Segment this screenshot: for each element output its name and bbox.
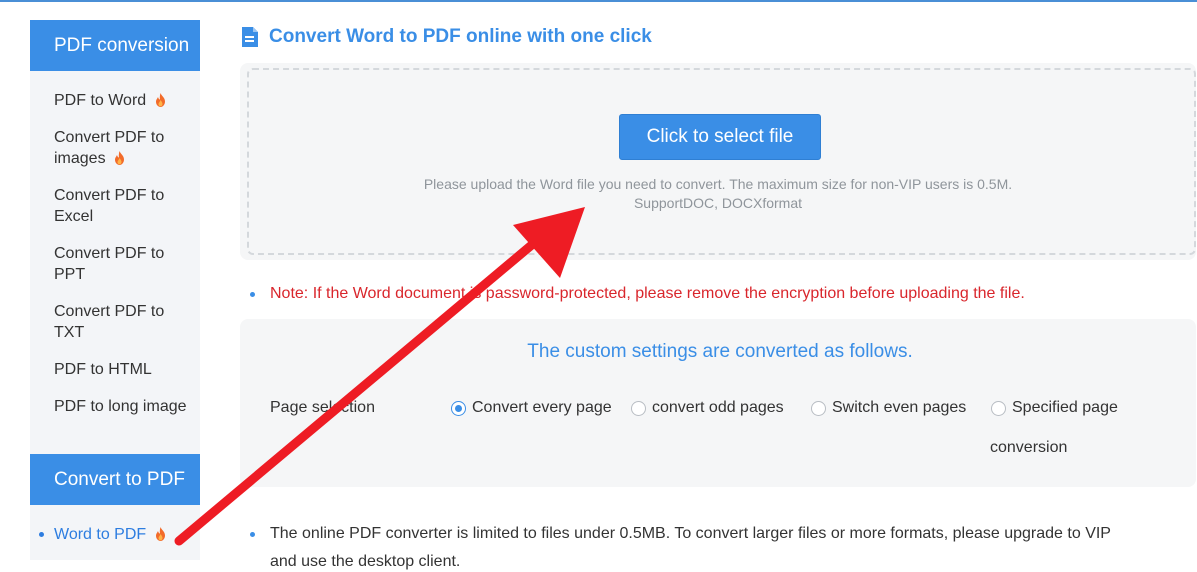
document-icon bbox=[242, 27, 258, 47]
option-label-specified-page-cont: conversion bbox=[990, 439, 1068, 456]
option-label-even-pages[interactable]: Switch even pages bbox=[832, 398, 966, 418]
active-dot bbox=[39, 532, 44, 537]
settings-title: The custom settings are converted as fol… bbox=[527, 341, 913, 362]
page-selection-label: Page selection bbox=[270, 399, 375, 416]
option-label-odd-pages[interactable]: convert odd pages bbox=[652, 398, 784, 418]
sidebar-item-pdf-to-ppt[interactable]: Convert PDF to PPT bbox=[54, 243, 194, 285]
sidebar-item-word-to-pdf[interactable]: Word to PDF bbox=[39, 524, 194, 545]
fire-icon bbox=[115, 151, 125, 165]
sidebar-item-label: Convert PDF to PPT bbox=[54, 245, 165, 283]
sidebar-item-label: PDF to HTML bbox=[54, 361, 152, 378]
size-limit-note: The online PDF converter is limited to f… bbox=[270, 525, 1111, 542]
sidebar-item-label: Convert PDF to images bbox=[54, 129, 165, 167]
radio-convert-odd-pages[interactable] bbox=[631, 401, 646, 416]
sidebar-section-convert-to-pdf: Convert to PDF bbox=[30, 454, 200, 505]
sidebar-item-label: Convert PDF to Excel bbox=[54, 187, 165, 225]
upload-dropzone[interactable] bbox=[240, 63, 1196, 260]
password-note: Note: If the Word document is password-p… bbox=[270, 285, 1025, 302]
fire-icon bbox=[155, 527, 165, 541]
sidebar-item-label: PDF to long image bbox=[54, 398, 187, 415]
sidebar-item-pdf-to-word[interactable]: PDF to Word bbox=[54, 90, 194, 111]
option-label-specified-page[interactable]: Specified page bbox=[1012, 398, 1118, 418]
sidebar-item-pdf-to-txt[interactable]: Convert PDF to TXT bbox=[54, 301, 194, 343]
sidebar-item-pdf-to-excel[interactable]: Convert PDF to Excel bbox=[54, 185, 194, 227]
note-bullet bbox=[250, 292, 255, 297]
sidebar-section-pdf-conversion: PDF conversion bbox=[30, 20, 200, 71]
upload-hint-line1: Please upload the Word file you need to … bbox=[423, 176, 1013, 192]
sidebar-item-label: Word to PDF bbox=[54, 526, 147, 543]
dropzone-dashed-border bbox=[247, 68, 1196, 255]
radio-switch-even-pages[interactable] bbox=[811, 401, 826, 416]
page-title: Convert Word to PDF online with one clic… bbox=[269, 26, 652, 47]
radio-specified-page[interactable] bbox=[991, 401, 1006, 416]
option-label-every-page[interactable]: Convert every page bbox=[472, 398, 612, 418]
top-border bbox=[0, 0, 1197, 2]
sidebar: PDF conversion PDF to Word Convert PDF t… bbox=[30, 20, 200, 560]
radio-convert-every-page[interactable] bbox=[451, 401, 466, 416]
size-limit-note-line2: and use the desktop client. bbox=[270, 553, 461, 570]
select-file-button[interactable]: Click to select file bbox=[619, 114, 821, 160]
sidebar-item-pdf-to-images[interactable]: Convert PDF to images bbox=[54, 127, 194, 169]
sidebar-item-label: PDF to Word bbox=[54, 92, 147, 109]
fire-icon bbox=[155, 93, 165, 107]
upload-hint-line2: SupportDOC, DOCXformat bbox=[633, 195, 803, 211]
sidebar-item-pdf-to-html[interactable]: PDF to HTML bbox=[54, 359, 194, 380]
bottom-note-bullet bbox=[250, 532, 255, 537]
sidebar-item-label: Convert PDF to TXT bbox=[54, 303, 165, 341]
sidebar-item-pdf-to-long-image[interactable]: PDF to long image bbox=[54, 396, 194, 417]
